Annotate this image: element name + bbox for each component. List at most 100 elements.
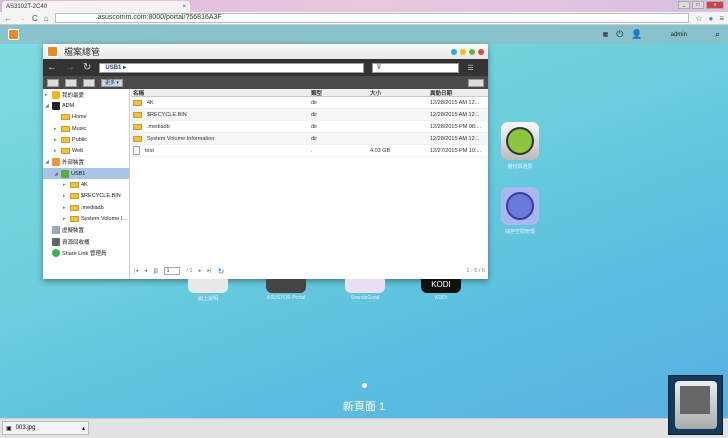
list-options-icon[interactable]: ☰ bbox=[467, 64, 473, 72]
properties-button[interactable] bbox=[83, 78, 95, 87]
expand-arrow-icon[interactable]: ▸ bbox=[54, 148, 59, 154]
file-manager-window: 檔案總管 ← → ↻ USB1 ▸ ⊽ ☰ 更多 ▾ ▸ 我的最愛 ◢ ADM Home ▸ M… bbox=[43, 44, 488, 279]
file-row[interactable]: $RECYCLE.BIN dir 12/28/2015 AM 12... bbox=[131, 109, 488, 121]
close-tab-icon[interactable]: × bbox=[182, 4, 186, 10]
column-name[interactable]: 名稱 bbox=[131, 89, 311, 97]
url-input[interactable]: .asuscomm.com:8000/portal/?56816A3F bbox=[54, 13, 690, 23]
download-item[interactable]: ▣ 003.jpg ▴ bbox=[2, 421, 89, 435]
filter-icon: ⊽ bbox=[376, 63, 382, 71]
image-file-icon: ▣ bbox=[6, 425, 12, 432]
column-modified[interactable]: 異動日期 bbox=[430, 89, 488, 97]
tree-item[interactable]: ◢ ADM bbox=[43, 100, 129, 111]
username[interactable]: admin bbox=[671, 32, 687, 38]
file-row[interactable]: 4K dir 12/28/2015 AM 12... bbox=[131, 97, 488, 109]
column-size[interactable]: 大小 bbox=[370, 89, 430, 97]
extension-icon[interactable]: ● bbox=[708, 14, 713, 23]
expand-arrow-icon[interactable]: ▸ bbox=[63, 193, 68, 199]
expand-arrow-icon[interactable]: ▸ bbox=[54, 126, 59, 132]
bookmark-star-icon[interactable]: ☆ bbox=[695, 14, 702, 23]
file-row[interactable]: .mediadb dir 12/28/2015 PM 08:... bbox=[131, 121, 488, 133]
tree-item[interactable]: Share Link 管理員 bbox=[43, 247, 129, 258]
tree-item[interactable]: ▸ .mediadb bbox=[43, 202, 129, 213]
path-field[interactable]: USB1 ▸ bbox=[99, 62, 365, 73]
back-icon[interactable]: ← bbox=[47, 62, 57, 73]
more-dropdown[interactable]: 更多 ▾ bbox=[101, 78, 123, 87]
keyboard-icon[interactable]: ▦ bbox=[603, 31, 609, 38]
minimize-button[interactable] bbox=[460, 48, 466, 55]
view-mode-button[interactable] bbox=[468, 78, 484, 87]
file-type: . bbox=[311, 147, 313, 154]
adm-logo-icon[interactable] bbox=[8, 29, 19, 40]
desktop-icon[interactable]: SoundsGood bbox=[345, 279, 395, 301]
browser-tab[interactable]: AS3102T-2C40 × bbox=[2, 1, 190, 12]
next-page-icon[interactable]: ▸ bbox=[199, 268, 202, 274]
expand-arrow-icon[interactable]: ▸ bbox=[63, 216, 68, 222]
expand-arrow-icon[interactable]: ◢ bbox=[54, 171, 59, 177]
help-button[interactable] bbox=[451, 48, 457, 55]
refresh-icon[interactable]: ↻ bbox=[218, 267, 225, 276]
window-title-bar[interactable]: 檔案總管 bbox=[43, 44, 488, 59]
tree-item-label: 我的最愛 bbox=[62, 92, 85, 99]
expand-arrow-icon[interactable]: ▸ bbox=[63, 205, 68, 211]
file-type: dir bbox=[311, 99, 318, 106]
expand-arrow-icon[interactable]: ▸ bbox=[54, 137, 59, 143]
column-type[interactable]: 類型 bbox=[311, 89, 370, 97]
desktop-icon[interactable]: KODI KODI bbox=[421, 279, 471, 301]
last-page-icon[interactable]: ▸| bbox=[207, 268, 211, 274]
back-icon[interactable]: ← bbox=[4, 14, 12, 23]
tree-item[interactable]: ▸ $RECYCLE.BIN bbox=[43, 191, 129, 202]
file-type: dir bbox=[311, 111, 318, 118]
first-page-icon[interactable]: |◂ bbox=[134, 268, 138, 274]
filter-input[interactable]: ⊽ bbox=[372, 62, 460, 73]
power-icon[interactable]: ⏻ bbox=[616, 29, 623, 40]
upload-button[interactable] bbox=[65, 78, 77, 87]
file-row[interactable]: System Volume Information dir 12/28/2015… bbox=[131, 133, 488, 145]
page-input[interactable]: 1 bbox=[164, 267, 181, 275]
file-size: 4.03 GB bbox=[370, 147, 391, 154]
forward-icon[interactable]: → bbox=[65, 62, 75, 73]
tree-item[interactable]: ▸ Music bbox=[43, 123, 129, 134]
maximize-button[interactable] bbox=[469, 48, 475, 55]
tree-item[interactable]: 虛擬裝置 bbox=[43, 225, 129, 236]
desktop-icon-label: 線上說明 bbox=[197, 296, 218, 302]
desktop-icon-storage[interactable]: 儲存空間管理 bbox=[496, 187, 550, 235]
expand-arrow-icon[interactable]: ▸ bbox=[63, 182, 68, 188]
tree-item[interactable]: ▸ 4K bbox=[43, 179, 129, 190]
tree-item[interactable]: ◢ USB1 bbox=[43, 168, 129, 180]
close-button[interactable] bbox=[478, 48, 484, 55]
forward-icon[interactable]: → bbox=[18, 14, 26, 23]
user-icon[interactable]: 👤 bbox=[631, 29, 642, 40]
prev-page-icon[interactable]: ◂ bbox=[144, 268, 147, 274]
page-indicator-dot[interactable] bbox=[362, 383, 367, 388]
close-window-button[interactable]: x bbox=[706, 1, 724, 9]
maximize-button[interactable]: □ bbox=[692, 1, 704, 9]
new-folder-button[interactable] bbox=[47, 78, 59, 87]
download-options-icon[interactable]: ▴ bbox=[82, 425, 85, 432]
desktop-icon-backup[interactable]: 備份與還原 bbox=[496, 122, 550, 170]
desktop-icon[interactable]: 線上說明 bbox=[188, 279, 238, 302]
tree-item[interactable]: Home bbox=[43, 112, 129, 123]
tree-item-label: USB1 bbox=[71, 170, 86, 177]
tree-item[interactable]: ▸ Web bbox=[43, 145, 129, 156]
tree-item[interactable]: ◢ 外部裝置 bbox=[43, 157, 129, 168]
file-modified: 12/28/2015 AM 12... bbox=[430, 99, 480, 106]
desktop-icon-label: ASUSTOR Portal bbox=[266, 295, 306, 301]
refresh-icon[interactable]: ↻ bbox=[83, 62, 91, 73]
desktop-icon[interactable]: ASUSTOR Portal bbox=[266, 279, 316, 301]
file-row[interactable]: test . 4.03 GB 12/27/2015 PM 10:... bbox=[131, 145, 488, 157]
menu-icon[interactable]: ≡ bbox=[719, 14, 724, 23]
home-icon[interactable]: ⌂ bbox=[44, 14, 49, 23]
expand-arrow-icon[interactable]: ◢ bbox=[45, 103, 50, 109]
expand-arrow-icon[interactable]: ◢ bbox=[45, 159, 50, 165]
expand-arrow-icon[interactable]: ▸ bbox=[45, 92, 50, 98]
folder-icon bbox=[61, 114, 70, 121]
tree-item-label: Public bbox=[72, 136, 87, 143]
tree-item[interactable]: 資源回收桶 bbox=[43, 236, 129, 247]
reload-icon[interactable]: C bbox=[32, 14, 38, 23]
address-bar: ← → C ⌂ .asuscomm.com:8000/portal/?56816A3F… bbox=[0, 12, 728, 25]
tree-item[interactable]: ▸ System Volume I... bbox=[43, 213, 129, 224]
search-icon[interactable]: ⌕ bbox=[715, 29, 720, 40]
tree-item[interactable]: ▸ Public bbox=[43, 134, 129, 145]
minimize-button[interactable]: _ bbox=[678, 1, 690, 9]
tree-item[interactable]: ▸ 我的最愛 bbox=[43, 89, 129, 100]
